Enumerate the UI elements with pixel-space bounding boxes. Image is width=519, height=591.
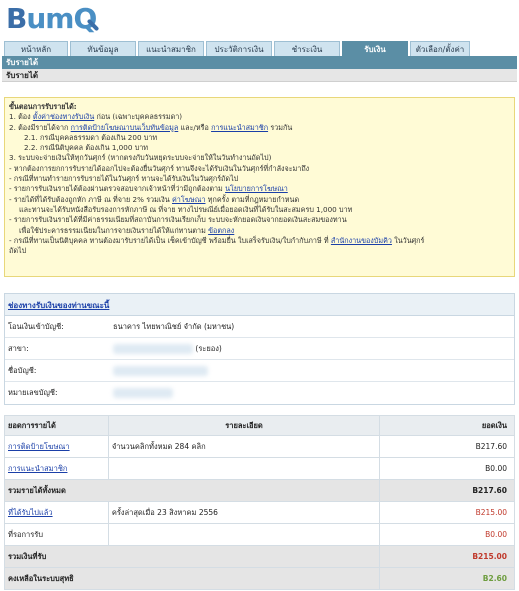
table-row: ที่รอการรับ B0.00: [4, 523, 515, 546]
note-5: - รายการรับเงินรายได้ที่มีค่าธรรมเนียมที…: [9, 215, 347, 225]
payment-label: สาขา:: [8, 343, 29, 353]
note-6: - กรณีที่ทานเป็นนิติบุคคล ทานต้องมารับรา…: [9, 235, 425, 245]
payment-row-branch: สาขา: (ระยอง): [5, 338, 514, 360]
balance-row: คงเหลือในระบบสุทธิ B2.60: [3, 567, 515, 590]
balance-label: คงเหลือในระบบสุทธิ: [3, 567, 381, 590]
payment-label: หมายเลขบัญชี:: [8, 388, 58, 397]
agreement-link[interactable]: ข้อตกลง: [208, 226, 234, 235]
payment-row-account-name: ชื่อบัญชี:: [5, 360, 514, 382]
payment-channel-panel: ช่องทางรับเงินของท่านขณะนี้ โอนเงินเข้าบ…: [4, 293, 515, 405]
sum-received-amount: B215.00: [379, 545, 515, 568]
ad-income-link[interactable]: การติดป้ายโฆษณา: [8, 442, 70, 451]
income-steps-box: ขั้นตอนการรับรายได้: 1. ต้อง ตั้งค่าช่อง…: [4, 97, 515, 277]
redacted-text: [113, 388, 173, 398]
col-header-income-type: ยอดการรายได้: [4, 415, 109, 436]
payment-value: [109, 365, 514, 376]
payment-value: ธนาคาร ไทยพาณิชย์ จำกัด (มหาชน): [113, 321, 235, 331]
steps-title: ขั้นตอนการรับรายได้:: [9, 102, 77, 111]
tab-finance-history[interactable]: ประวัติการเงิน: [206, 41, 272, 56]
bumq-office-link[interactable]: สำนักงานของบัมคิว: [331, 236, 392, 245]
tab-home[interactable]: หน้าหลัก: [4, 41, 68, 56]
referral-income-detail: [107, 457, 381, 480]
balance-amount: B2.60: [379, 567, 515, 590]
pending-label: ที่รอการรับ: [4, 523, 109, 546]
tab-settings[interactable]: ตัวเลือก/ตั้งค่า: [410, 41, 470, 56]
received-link[interactable]: ที่ได้รับไปแล้ว: [8, 508, 53, 517]
step-3: 3. ระบบจะจ่ายเงินให้ทุกวันศุกร์ (หากตรงก…: [9, 153, 272, 163]
step-2-1: 2.1. กรณีบุคคลธรรมดา ต้องเกิน 200 บาท: [24, 132, 158, 142]
ad-policy-link[interactable]: นโยบายการโฆษณา: [225, 184, 288, 193]
note-5b: เพื่อใช้ประคารธรรมเนียมในการจายเงินรายได…: [19, 225, 235, 235]
note-6b: ถัดไป: [9, 246, 27, 256]
col-header-detail: รายละเอียด: [107, 415, 381, 436]
total-income-label: รวมรายได้ทั้งหมด: [3, 479, 381, 502]
note-4: - รายได้ที่ได้รับต้องถูกหัก ภาษี ณ ที่จา…: [9, 194, 300, 204]
payment-value: [109, 388, 514, 398]
main-nav-tabs: หน้าหลัก ทันข้อมูล แนะนำสมาชิก ประวัติกา…: [4, 41, 470, 56]
step-2: 2. ต้องมีรายได้จาก การติดป้ายโฆษณาบนเว็บ…: [9, 122, 293, 132]
payment-row-account-number: หมายเลขบัญชี:: [5, 382, 514, 404]
section-sub-title: รับรายได้: [2, 69, 517, 82]
referral-income-amount: B0.00: [379, 457, 515, 480]
income-summary-table: ยอดการรายได้ รายละเอียด ยอดเงิน การติดป้…: [3, 415, 515, 590]
table-header-row: ยอดการรายได้ รายละเอียด ยอดเงิน: [4, 415, 515, 436]
total-income-amount: B217.60: [379, 479, 515, 502]
table-row: ที่ได้รับไปแล้ว ครั้งล่าสุดเมื่อ 23 สิงห…: [4, 501, 515, 524]
referral-income-link[interactable]: การแนะนำสมาชิก: [8, 464, 67, 473]
sum-received-label: รวมเงินที่รับ: [3, 545, 381, 568]
table-row: การติดป้ายโฆษณา จำนวนคลิกทั้งหมด 284 คลิ…: [4, 435, 515, 458]
ad-fee-link[interactable]: ค่าโฆษณา: [172, 195, 205, 204]
step-2-2: 2.2. กรณีนิติบุคคล ต้องเกิน 1,000 บาท: [24, 143, 149, 153]
payment-row-transfer: โอนเงินเข้าบัญชี: ธนาคาร ไทยพาณิชย์ จำกั…: [5, 316, 514, 338]
received-amount: B215.00: [379, 501, 515, 524]
tab-receive-money[interactable]: รับเงิน: [342, 41, 408, 56]
refer-member-link[interactable]: การแนะนำสมาชิก: [211, 123, 268, 132]
setup-payment-channel-link[interactable]: ตั้งค่าช่องทางรับเงิน: [33, 112, 94, 121]
tab-news[interactable]: ทันข้อมูล: [70, 41, 136, 56]
step-1: 1. ต้อง ตั้งค่าช่องทางรับเงิน ก่อน (เฉพา…: [9, 112, 183, 122]
bumq-logo[interactable]: BumQ: [4, 2, 108, 38]
sum-received-row: รวมเงินที่รับ B215.00: [3, 545, 515, 568]
redacted-text: [113, 365, 208, 376]
note-3: - รายการรับเงินรายได้ต้องผ่านตรวจสอบจากเ…: [9, 184, 288, 194]
section-bar-title: รับรายได้: [2, 56, 517, 69]
payment-value: (ระยอง): [109, 343, 514, 355]
redacted-text: [113, 343, 193, 354]
table-row: การแนะนำสมาชิก B0.00: [4, 457, 515, 480]
pending-amount: B0.00: [379, 523, 515, 546]
tab-payment[interactable]: ชำระเงิน: [274, 41, 340, 56]
note-1: - หากต้องการยกการรับรายได้ออกไปจะต้องยื่…: [9, 163, 310, 173]
received-detail: ครั้งล่าสุดเมื่อ 23 สิงหาคม 2556: [107, 501, 381, 524]
ad-income-detail: จำนวนคลิกทั้งหมด 284 คลิก: [107, 435, 381, 458]
payment-label: ชื่อบัญชี:: [8, 365, 37, 375]
tab-refer-member[interactable]: แนะนำสมาชิก: [138, 41, 204, 56]
payment-channel-header-link[interactable]: ช่องทางรับเงินของท่านขณะนี้: [8, 301, 109, 310]
pending-detail: [107, 523, 381, 546]
note-2: - กรณีที่ทานทำรายการรับรายได้ในวันศุกร์ …: [9, 174, 239, 184]
note-4b: และทานจะได้รับหนังสือรับรองการหักภาษี ณ …: [19, 204, 353, 214]
ad-banner-link[interactable]: การติดป้ายโฆษณาบนเว็บทันข้อมูล: [71, 123, 179, 132]
payment-channel-header: ช่องทางรับเงินของท่านขณะนี้: [5, 294, 514, 316]
ad-income-amount: B217.60: [379, 435, 515, 458]
total-income-row: รวมรายได้ทั้งหมด B217.60: [3, 479, 515, 502]
payment-label: โอนเงินเข้าบัญชี:: [8, 321, 64, 331]
logo-text: BumQ: [6, 2, 97, 35]
col-header-amount: ยอดเงิน: [379, 415, 515, 436]
